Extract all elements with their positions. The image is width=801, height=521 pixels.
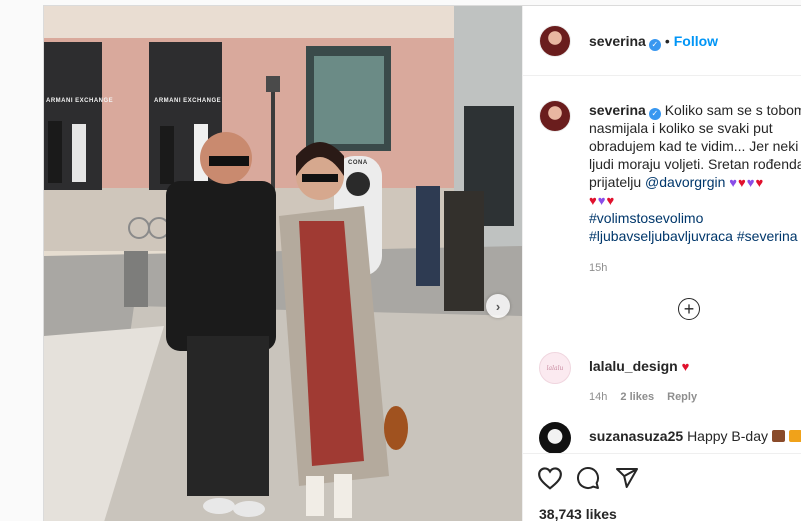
follow-button[interactable]: Follow bbox=[674, 33, 718, 49]
post-caption: severina ✓ Koliko sam se s tobom nasmijal… bbox=[589, 101, 801, 245]
author-username[interactable]: severina bbox=[589, 33, 646, 49]
red-heart-icon: ♥ bbox=[681, 359, 690, 374]
comment-text: Happy B-day bbox=[687, 428, 768, 444]
hashtag-link[interactable]: #volimstosevolimo bbox=[589, 210, 703, 226]
post-photo[interactable]: ARMANI EXCHANGE ARMANI EXCHANGE CONA › bbox=[44, 6, 522, 521]
heart-icon[interactable] bbox=[537, 466, 563, 490]
comment-avatar[interactable]: lalalu bbox=[539, 352, 571, 384]
hashtag-link[interactable]: #ljubavseljubavljuvraca bbox=[589, 228, 733, 244]
caption-line-1: Koliko sam se s tobom bbox=[664, 102, 801, 118]
next-photo-button[interactable]: › bbox=[486, 294, 510, 318]
store-sign-right: ARMANI EXCHANGE bbox=[154, 98, 222, 104]
red-heart-icon: ♥ bbox=[589, 193, 597, 208]
chevron-right-icon: › bbox=[495, 298, 501, 314]
comment-body: suzanasuza25 Happy B-day bbox=[589, 428, 801, 444]
red-heart-icon: ♥ bbox=[755, 175, 764, 190]
caption-line-5: prijatelju bbox=[589, 174, 646, 190]
comment-username[interactable]: lalalu_design bbox=[589, 358, 678, 374]
header-user-line: severina ✓ • Follow bbox=[589, 33, 718, 51]
red-heart-icon: ♥ bbox=[738, 175, 746, 190]
comment-time[interactable]: 14h bbox=[589, 391, 607, 403]
caption-line-3: obradujem kad te vidim... Jer neki s bbox=[589, 138, 801, 154]
street-photo-illustration bbox=[44, 6, 522, 521]
separator-dot: • bbox=[664, 33, 670, 49]
red-heart-icon: ♥ bbox=[606, 193, 615, 208]
store-sign-left: ARMANI EXCHANGE bbox=[46, 98, 114, 104]
caption-line-2: nasmijala i koliko se svaki put bbox=[589, 120, 773, 136]
kiosk-sign: CONA bbox=[348, 160, 368, 166]
post-actions: 38,743 likes bbox=[523, 453, 801, 521]
gift-icon bbox=[788, 430, 801, 442]
comment-body: lalalu_design ♥ bbox=[589, 358, 690, 374]
author-avatar[interactable] bbox=[539, 25, 571, 57]
purple-heart-icon: ♥ bbox=[746, 175, 755, 190]
mention-link[interactable]: @davorgrgin bbox=[645, 174, 725, 190]
caption-time[interactable]: 15h bbox=[589, 262, 607, 274]
comment-icon[interactable] bbox=[576, 466, 600, 490]
purple-heart-icon: ♥ bbox=[729, 175, 738, 190]
verified-icon: ✓ bbox=[648, 39, 661, 51]
comment-meta: 14h 2 likes Reply bbox=[589, 391, 697, 403]
purple-heart-icon: ♥ bbox=[597, 193, 606, 208]
avatar-logo-text: lalalu bbox=[546, 364, 564, 372]
post-sidebar: severina ✓ • Follow severina ✓ Koliko sam se… bbox=[522, 6, 801, 521]
caption-line-4: ljudi moraju voljeti. Sretan rođenda bbox=[589, 156, 801, 172]
comment-avatar[interactable] bbox=[539, 422, 571, 454]
cake-icon bbox=[771, 430, 785, 442]
reply-button[interactable]: Reply bbox=[667, 391, 697, 403]
comment-username[interactable]: suzanasuza25 bbox=[589, 428, 683, 444]
post-modal: ARMANI EXCHANGE ARMANI EXCHANGE CONA › s… bbox=[43, 5, 801, 521]
hashtag-link[interactable]: #severina bbox=[737, 228, 798, 244]
add-circle-icon[interactable]: + bbox=[678, 298, 700, 320]
caption-avatar[interactable] bbox=[539, 100, 571, 132]
share-icon[interactable] bbox=[615, 466, 639, 490]
post-header: severina ✓ • Follow bbox=[523, 6, 801, 76]
likes-count[interactable]: 38,743 likes bbox=[539, 506, 617, 521]
comment-likes[interactable]: 2 likes bbox=[620, 391, 654, 403]
caption-username[interactable]: severina bbox=[589, 102, 646, 118]
